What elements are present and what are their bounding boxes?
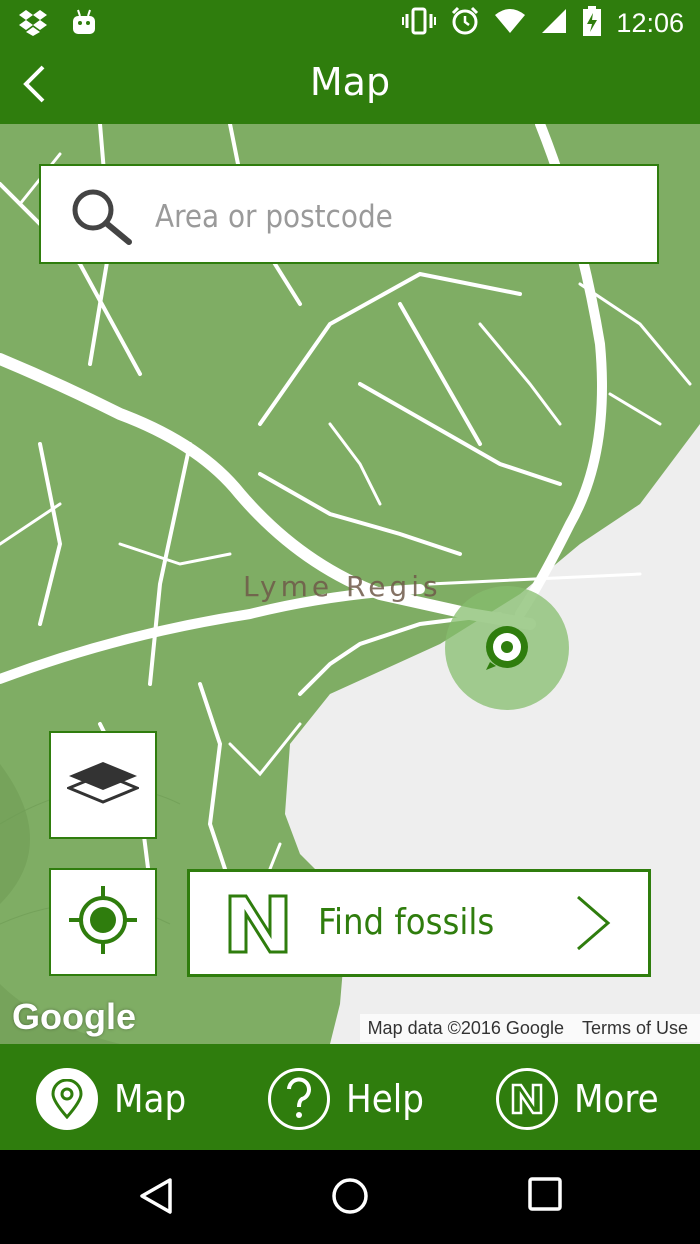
map-pin-icon (36, 1068, 98, 1130)
page-title: Map (309, 60, 391, 104)
current-location-marker[interactable] (482, 622, 532, 672)
n-logo-icon (226, 892, 290, 961)
chevron-right-icon (574, 894, 612, 957)
n-logo-icon (496, 1068, 558, 1130)
place-label: Lyme Regis (243, 570, 442, 603)
find-fossils-label: Find fossils (318, 902, 495, 943)
map-data-text: Map data ©2016 Google (367, 1017, 564, 1038)
nav-item-more[interactable]: More (496, 1066, 659, 1132)
search-box[interactable] (39, 164, 659, 264)
search-icon (69, 186, 133, 251)
status-bar: 12:06 (0, 0, 700, 48)
map-view[interactable]: Lyme Regis Find fossils Google Map data … (0, 124, 700, 1044)
search-input[interactable] (153, 188, 637, 246)
alarm-icon (450, 6, 480, 41)
system-nav-bar (0, 1150, 700, 1244)
signal-icon (540, 7, 568, 40)
question-icon (268, 1068, 330, 1130)
android-debug-icon (70, 8, 98, 41)
terms-of-use-link[interactable]: Terms of Use (582, 1018, 688, 1039)
map-attribution: Map data ©2016 Google Terms of Use (359, 1014, 700, 1042)
find-fossils-button[interactable]: Find fossils (187, 869, 651, 977)
nav-item-help[interactable]: Help (268, 1066, 424, 1132)
back-triangle-icon[interactable] (138, 1176, 174, 1221)
nav-item-map[interactable]: Map (36, 1066, 186, 1132)
nav-label-map: Map (114, 1077, 187, 1121)
dropbox-icon (18, 8, 48, 41)
app-bar: Map (0, 48, 700, 124)
bottom-nav: Map Help More (0, 1044, 700, 1150)
recents-square-icon[interactable] (527, 1176, 563, 1217)
home-circle-icon[interactable] (330, 1176, 370, 1221)
my-location-button[interactable] (49, 868, 157, 976)
nav-label-more: More (574, 1077, 659, 1121)
google-logo: Google (12, 996, 136, 1037)
clock: 12:06 (616, 8, 684, 38)
layers-icon (65, 758, 141, 813)
crosshair-icon (67, 884, 139, 961)
nav-label-help: Help (346, 1077, 424, 1121)
layers-button[interactable] (49, 731, 157, 839)
wifi-icon (494, 7, 526, 40)
vibrate-icon (402, 7, 437, 40)
battery-charging-icon (582, 6, 602, 41)
